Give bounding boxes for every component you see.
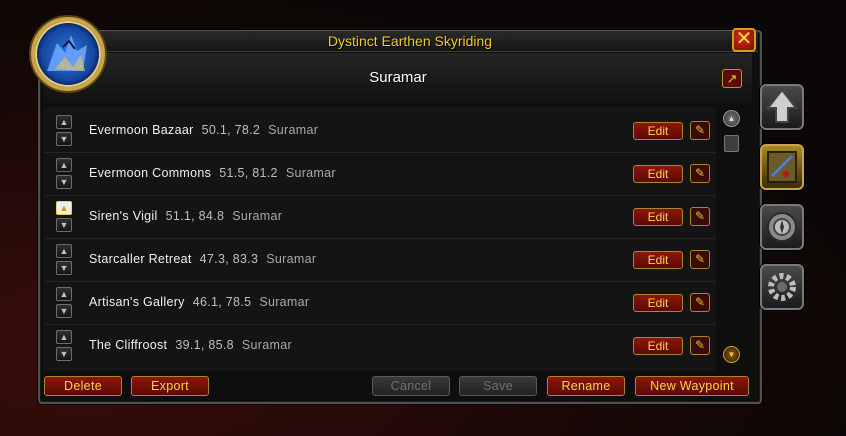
- arrow-up-icon[interactable]: ▲: [56, 244, 72, 258]
- waypoint-name: Evermoon Commons: [89, 166, 212, 180]
- waypoint-coords: 46.1, 78.5: [192, 295, 252, 309]
- waypoint-coords: 50.1, 78.2: [201, 123, 261, 137]
- waypoint-name: The Cliffroost: [89, 338, 168, 352]
- waypoint-coords: 39.1, 85.8: [175, 338, 234, 352]
- edit-button[interactable]: Edit: [633, 337, 683, 355]
- zone-title: Suramar: [369, 69, 427, 86]
- waypoint-name: Artisan's Gallery: [89, 295, 185, 309]
- list-item: ▲ ▼ Siren's Vigil 51.1, 84.8 Suramar Edit …: [44, 195, 716, 239]
- arrow-down-icon[interactable]: ▼: [56, 261, 72, 275]
- arrow-up-icon[interactable]: ▲: [56, 330, 72, 344]
- dragon-portrait-icon: [31, 17, 105, 91]
- edit-waypoint-icon[interactable]: ✎: [690, 250, 710, 269]
- waypoint-coords: 51.1, 84.8: [165, 209, 225, 223]
- arrow-up-icon[interactable]: ▲: [56, 158, 72, 172]
- arrow-down-icon[interactable]: ▼: [56, 347, 72, 361]
- waypoint-zone: Suramar: [241, 338, 292, 352]
- edit-waypoint-icon[interactable]: ✎: [690, 293, 710, 312]
- list-item: ▲ ▼ Starcaller Retreat 47.3, 83.3 Suramar …: [44, 238, 716, 282]
- edit-button[interactable]: Edit: [633, 294, 683, 312]
- list-item: ▲ ▼ Evermoon Bazaar 50.1, 78.2 Suramar Edi…: [44, 109, 716, 153]
- edit-waypoint-icon[interactable]: ✎: [690, 164, 710, 183]
- new-waypoint-button[interactable]: New Waypoint: [635, 376, 749, 396]
- waypoint-zone: Suramar: [259, 295, 310, 309]
- bottom-button-bar: Delete Export Cancel Save Rename New Way…: [40, 374, 756, 398]
- edit-waypoint-icon[interactable]: ✎: [690, 336, 710, 355]
- compass-icon[interactable]: [760, 204, 804, 250]
- scroll-thumb[interactable]: [724, 135, 739, 152]
- edit-button[interactable]: Edit: [633, 251, 683, 269]
- edit-button[interactable]: Edit: [633, 122, 683, 140]
- edit-waypoint-icon[interactable]: ✎: [690, 207, 710, 226]
- edit-waypoint-icon[interactable]: ✎: [690, 121, 710, 140]
- close-button[interactable]: ✕: [732, 28, 756, 52]
- waypoint-zone: Suramar: [232, 209, 283, 223]
- list-item: ▲ ▼ Evermoon Commons 51.5, 81.2 Suramar Ed…: [44, 152, 716, 196]
- list-item: ▲ ▼ The Cliffroost 39.1, 85.8 Suramar Edit…: [44, 324, 716, 367]
- scroll-down-icon[interactable]: ▼: [723, 346, 740, 363]
- arrow-down-icon[interactable]: ▼: [56, 175, 72, 189]
- gear-icon[interactable]: [760, 264, 804, 310]
- waypoint-name: Siren's Vigil: [89, 209, 158, 223]
- rename-button[interactable]: Rename: [547, 376, 625, 396]
- list-item: ▲ ▼ Artisan's Gallery 46.1, 78.5 Suramar E…: [44, 281, 716, 325]
- title-bar[interactable]: Dystinct Earthen Skyriding: [62, 31, 758, 52]
- scroll-up-icon[interactable]: ▲: [723, 110, 740, 127]
- header-panel: Suramar: [44, 53, 752, 103]
- arrow-down-icon[interactable]: ▼: [56, 304, 72, 318]
- arrow-up-icon[interactable]: ▲: [56, 115, 72, 129]
- share-button[interactable]: ↗: [722, 69, 742, 88]
- window-title: Dystinct Earthen Skyriding: [327, 33, 493, 49]
- waypoint-zone: Suramar: [285, 166, 336, 180]
- arrow-down-icon[interactable]: ▼: [56, 218, 72, 232]
- waypoint-coords: 51.5, 81.2: [219, 166, 278, 180]
- export-button[interactable]: Export: [131, 376, 209, 396]
- waypoint-coords: 47.3, 83.3: [199, 252, 259, 266]
- arrow-up-icon[interactable]: ▲: [56, 201, 72, 215]
- delete-button[interactable]: Delete: [44, 376, 122, 396]
- edit-button[interactable]: Edit: [633, 165, 683, 183]
- waypoint-zone: Suramar: [268, 123, 319, 137]
- list-scrollbar[interactable]: ▲ ▼: [721, 108, 743, 368]
- upgrade-arrow-icon[interactable]: [760, 84, 804, 130]
- waypoint-list: ▲ ▼ Evermoon Bazaar 50.1, 78.2 Suramar Edi…: [44, 107, 716, 371]
- arrow-up-icon[interactable]: ▲: [56, 287, 72, 301]
- waypoint-zone: Suramar: [266, 252, 317, 266]
- save-button[interactable]: Save: [459, 376, 537, 396]
- cancel-button[interactable]: Cancel: [372, 376, 450, 396]
- waypoint-name: Starcaller Retreat: [89, 252, 192, 266]
- map-quest-icon[interactable]: [760, 144, 804, 190]
- edit-button[interactable]: Edit: [633, 208, 683, 226]
- arrow-down-icon[interactable]: ▼: [56, 132, 72, 146]
- waypoint-name: Evermoon Bazaar: [89, 123, 194, 137]
